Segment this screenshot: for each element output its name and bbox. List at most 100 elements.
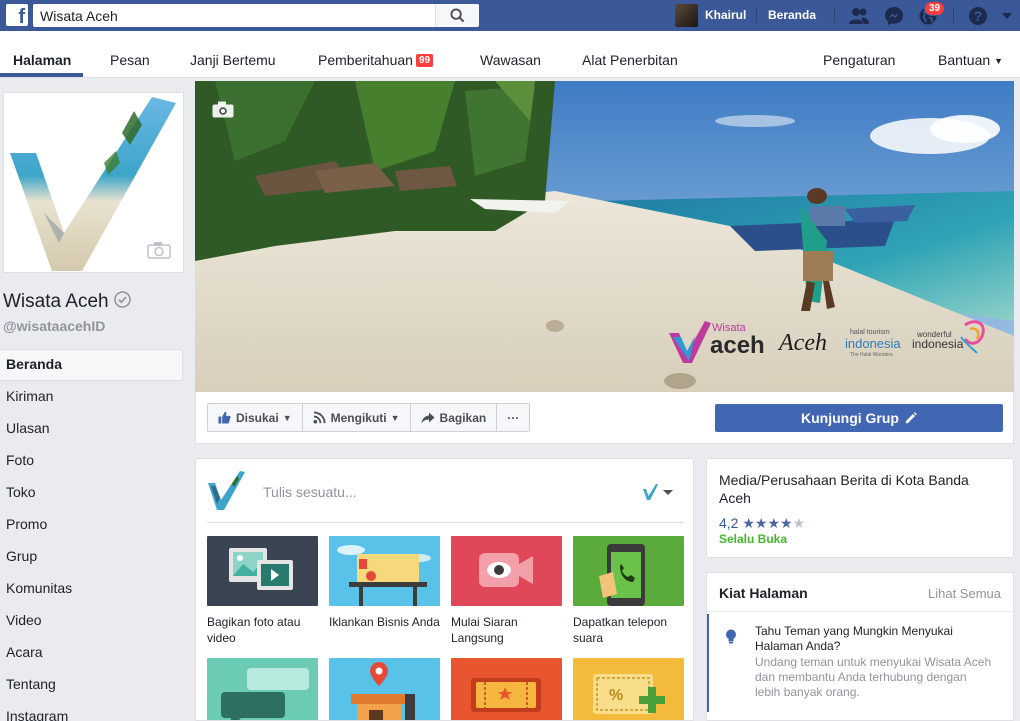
beach-scene-image: Wisata aceh Aceh halal tourism indonesia… bbox=[195, 81, 1014, 392]
tile-label: Dapatkan telepon suara bbox=[573, 615, 668, 645]
tab-pesan[interactable]: Pesan bbox=[110, 52, 150, 68]
composer-input[interactable]: Tulis sesuatu... bbox=[263, 484, 357, 500]
tile-label: Mulai Siaran Langsung bbox=[451, 615, 518, 645]
pencil-icon bbox=[905, 412, 917, 424]
rating-stars-icon: ★★★★ bbox=[742, 515, 793, 531]
tab-label: Pemberitahuan bbox=[318, 52, 413, 68]
get-voice-calls-tile[interactable]: Dapatkan telepon suara bbox=[573, 536, 684, 646]
photo-video-illustration bbox=[207, 536, 318, 606]
change-picture-camera-icon[interactable] bbox=[147, 241, 171, 262]
search-button[interactable] bbox=[435, 4, 479, 27]
tile-label: Iklankan Bisnis Anda bbox=[329, 615, 440, 629]
sidebar-item-ulasan[interactable]: Ulasan bbox=[0, 413, 183, 445]
tab-label: Pesan bbox=[110, 52, 150, 68]
active-tab-indicator bbox=[0, 73, 83, 77]
cover-photo[interactable]: Wisata aceh Aceh halal tourism indonesia… bbox=[195, 81, 1014, 392]
sidebar-item-grup[interactable]: Grup bbox=[0, 541, 183, 573]
shop-location-illustration bbox=[329, 658, 440, 720]
indonesia-text-2: indonesia bbox=[912, 337, 964, 351]
user-avatar[interactable] bbox=[675, 4, 698, 27]
sidebar-item-komunitas[interactable]: Komunitas bbox=[0, 573, 183, 605]
divider bbox=[953, 8, 954, 23]
divider bbox=[207, 522, 684, 523]
help-icon[interactable]: ? bbox=[967, 5, 989, 27]
more-options-icon: ··· bbox=[507, 410, 520, 425]
advertise-business-tile[interactable]: Iklankan Bisnis Anda bbox=[329, 536, 440, 630]
start-live-broadcast-tile[interactable]: Mulai Siaran Langsung bbox=[451, 536, 562, 646]
create-offer-tile[interactable]: % bbox=[573, 658, 684, 720]
sidebar-item-instagram[interactable]: Instagram bbox=[0, 701, 183, 721]
tab-label: Wawasan bbox=[480, 52, 541, 68]
sidebar-item-video[interactable]: Video bbox=[0, 605, 183, 637]
svg-text:?: ? bbox=[974, 8, 983, 24]
share-button[interactable]: Bagikan bbox=[411, 404, 498, 431]
brand-script-text: Aceh bbox=[777, 330, 827, 356]
divider bbox=[834, 8, 835, 23]
tab-alat-penerbitan[interactable]: Alat Penerbitan bbox=[582, 52, 678, 68]
tab-janji-bertemu[interactable]: Janji Bertemu bbox=[190, 52, 276, 68]
thumbs-up-icon bbox=[218, 411, 231, 424]
brand-main-text: aceh bbox=[710, 332, 765, 359]
tip-title[interactable]: Tahu Teman yang Mungkin Menyukai Halaman… bbox=[755, 624, 995, 654]
left-sidebar-nav: Beranda Kiriman Ulasan Foto Toko Promo G… bbox=[0, 349, 183, 721]
halal-tourism-text: halal tourism bbox=[850, 329, 890, 336]
facebook-logo-icon[interactable]: f bbox=[6, 4, 28, 26]
sidebar-item-toko[interactable]: Toko bbox=[0, 477, 183, 509]
tab-bantuan[interactable]: Bantuan ▼ bbox=[938, 52, 1003, 68]
tab-wawasan[interactable]: Wawasan bbox=[480, 52, 541, 68]
verified-check-icon bbox=[113, 291, 131, 314]
following-label: Mengikuti bbox=[330, 410, 387, 425]
liked-label: Disukai bbox=[236, 410, 279, 425]
home-link[interactable]: Beranda bbox=[768, 8, 816, 22]
rss-follow-icon bbox=[313, 411, 326, 424]
sidebar-item-promo[interactable]: Promo bbox=[0, 509, 183, 541]
liked-button[interactable]: Disukai ▼ bbox=[208, 404, 303, 431]
see-all-link[interactable]: Lihat Semua bbox=[928, 586, 1001, 601]
visit-group-button[interactable]: Kunjungi Grup bbox=[715, 404, 1003, 432]
user-name-link[interactable]: Khairul bbox=[705, 8, 746, 22]
lightbulb-icon bbox=[725, 629, 737, 648]
sidebar-item-tentang[interactable]: Tentang bbox=[0, 669, 183, 701]
rating-value: 4,2 bbox=[719, 515, 739, 531]
post-as-selector[interactable] bbox=[643, 484, 673, 500]
tips-heading: Kiat Halaman bbox=[719, 585, 808, 601]
messenger-icon[interactable] bbox=[883, 5, 905, 27]
page-username[interactable]: @wisataacehID bbox=[3, 318, 105, 334]
add-location-tile[interactable] bbox=[329, 658, 440, 720]
sidebar-item-kiriman[interactable]: Kiriman bbox=[0, 381, 183, 413]
page-profile-picture[interactable] bbox=[3, 92, 184, 273]
chat-bubbles-illustration bbox=[207, 658, 318, 720]
sidebar-item-acara[interactable]: Acara bbox=[0, 637, 183, 669]
page-category[interactable]: Media/Perusahaan Berita di Kota Banda Ac… bbox=[719, 471, 999, 507]
sidebar-item-beranda[interactable]: Beranda bbox=[0, 349, 183, 381]
chat-messaging-tile[interactable] bbox=[207, 658, 318, 720]
search-input[interactable] bbox=[33, 4, 433, 27]
share-label: Bagikan bbox=[439, 410, 487, 425]
create-event-tile[interactable] bbox=[451, 658, 562, 720]
advertise-illustration bbox=[329, 536, 440, 606]
tab-label: Halaman bbox=[13, 52, 72, 68]
friend-requests-icon[interactable] bbox=[848, 5, 870, 27]
page-rating[interactable]: 4,2 ★★★★★ bbox=[719, 515, 805, 532]
tab-pengaturan[interactable]: Pengaturan bbox=[823, 52, 895, 68]
page-name-text: Wisata Aceh bbox=[3, 291, 109, 312]
tab-pemberitahuan[interactable]: Pemberitahuan 99 bbox=[318, 52, 434, 68]
account-menu-caret-icon[interactable] bbox=[996, 5, 1018, 27]
search-box bbox=[33, 4, 479, 27]
sidebar-item-foto[interactable]: Foto bbox=[0, 445, 183, 477]
chevron-down-icon bbox=[663, 489, 673, 495]
page-info-card: Media/Perusahaan Berita di Kota Banda Ac… bbox=[706, 458, 1014, 558]
top-bar: f Khairul Beranda 39 ? bbox=[0, 0, 1020, 31]
dropdown-caret-icon: ▼ bbox=[994, 56, 1004, 66]
share-photo-video-tile[interactable]: Bagikan foto atau video bbox=[207, 536, 318, 646]
more-options-button[interactable]: ··· bbox=[497, 404, 529, 431]
live-video-illustration bbox=[451, 536, 562, 606]
tab-halaman[interactable]: Halaman bbox=[13, 52, 71, 68]
offer-coupon-illustration: % bbox=[573, 658, 684, 720]
svg-text:%: % bbox=[609, 687, 623, 704]
action-button-group: Disukai ▼ Mengikuti ▼ Bagikan ··· bbox=[207, 403, 531, 432]
notifications-count-badge: 99 bbox=[415, 54, 434, 67]
search-icon bbox=[450, 8, 465, 23]
event-ticket-illustration bbox=[451, 658, 562, 720]
following-button[interactable]: Mengikuti ▼ bbox=[303, 404, 411, 431]
